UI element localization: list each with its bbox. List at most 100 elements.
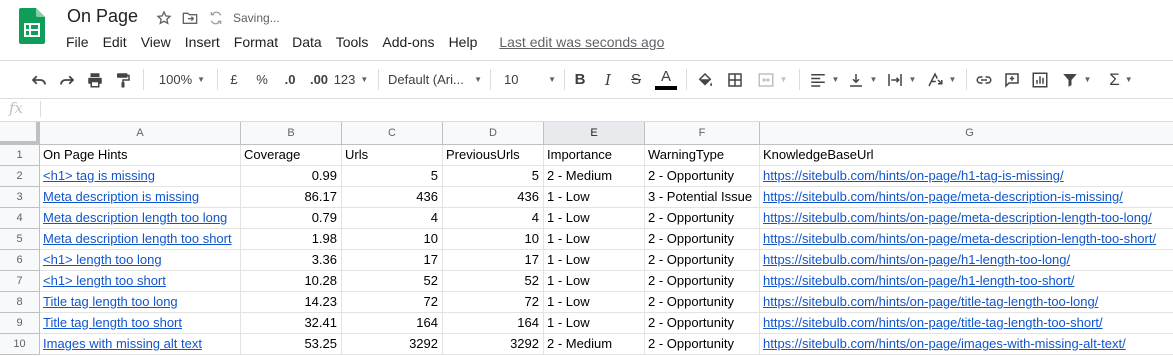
row-header[interactable]: 10 — [0, 334, 40, 355]
last-edit-link[interactable]: Last edit was seconds ago — [499, 34, 664, 50]
cell-c4[interactable]: 4 — [342, 208, 443, 229]
cell-e8[interactable]: 1 - Low — [544, 292, 645, 313]
menu-tools[interactable]: Tools — [336, 34, 369, 50]
insert-chart-icon[interactable] — [1030, 61, 1050, 98]
cell-e6[interactable]: 1 - Low — [544, 250, 645, 271]
fill-color-icon[interactable] — [695, 61, 715, 98]
menu-edit[interactable]: Edit — [103, 34, 127, 50]
text-wrapping-icon[interactable]: ▼ — [884, 61, 918, 98]
star-icon[interactable] — [155, 9, 173, 27]
google-sheets-logo-icon[interactable] — [19, 8, 45, 44]
cell-f2[interactable]: 2 - Opportunity — [645, 166, 760, 187]
cell-d5[interactable]: 10 — [443, 229, 544, 250]
cell-g8[interactable]: https://sitebulb.com/hints/on-page/title… — [760, 292, 1173, 313]
cell-d10[interactable]: 3292 — [443, 334, 544, 355]
cell-a5[interactable]: Meta description length too short — [40, 229, 241, 250]
functions-button[interactable]: Σ ▼ — [1104, 61, 1138, 98]
zoom-select[interactable]: 100% ▼ — [152, 61, 212, 98]
cell-g4[interactable]: https://sitebulb.com/hints/on-page/meta-… — [760, 208, 1173, 229]
filter-icon[interactable]: ▼ — [1058, 61, 1094, 98]
cell-e5[interactable]: 1 - Low — [544, 229, 645, 250]
column-header-a[interactable]: A — [40, 122, 241, 145]
currency-format-button[interactable]: £ — [226, 61, 242, 98]
text-rotation-icon[interactable]: ▼ — [924, 61, 958, 98]
cell-d4[interactable]: 4 — [443, 208, 544, 229]
cell-e7[interactable]: 1 - Low — [544, 271, 645, 292]
cell-e3[interactable]: 1 - Low — [544, 187, 645, 208]
select-all-corner[interactable] — [0, 122, 40, 145]
menu-format[interactable]: Format — [234, 34, 278, 50]
cell-a1[interactable]: On Page Hints — [40, 145, 241, 166]
cell-c2[interactable]: 5 — [342, 166, 443, 187]
cell-d7[interactable]: 52 — [443, 271, 544, 292]
cell-a9[interactable]: Title tag length too short — [40, 313, 241, 334]
cell-f7[interactable]: 2 - Opportunity — [645, 271, 760, 292]
cell-g1[interactable]: KnowledgeBaseUrl — [760, 145, 1173, 166]
bold-button[interactable]: B — [572, 61, 588, 98]
cell-g7[interactable]: https://sitebulb.com/hints/on-page/h1-le… — [760, 271, 1173, 292]
vertical-align-icon[interactable]: ▼ — [846, 61, 878, 98]
cell-e2[interactable]: 2 - Medium — [544, 166, 645, 187]
cell-g3[interactable]: https://sitebulb.com/hints/on-page/meta-… — [760, 187, 1173, 208]
row-header[interactable]: 8 — [0, 292, 40, 313]
cell-b9[interactable]: 32.41 — [241, 313, 342, 334]
decrease-decimal-button[interactable]: .0 — [279, 61, 301, 98]
cell-c7[interactable]: 52 — [342, 271, 443, 292]
menu-view[interactable]: View — [141, 34, 171, 50]
undo-icon[interactable] — [29, 61, 49, 98]
column-header-c[interactable]: C — [342, 122, 443, 145]
move-to-folder-icon[interactable] — [181, 9, 199, 27]
document-title[interactable]: On Page — [67, 6, 138, 27]
cell-b8[interactable]: 14.23 — [241, 292, 342, 313]
cell-a3[interactable]: Meta description is missing — [40, 187, 241, 208]
cell-b5[interactable]: 1.98 — [241, 229, 342, 250]
cell-c5[interactable]: 10 — [342, 229, 443, 250]
percent-format-button[interactable]: % — [254, 61, 270, 98]
insert-link-icon[interactable] — [974, 61, 994, 98]
cell-b4[interactable]: 0.79 — [241, 208, 342, 229]
font-family-select[interactable]: Default (Ari... ▼ — [388, 61, 482, 98]
row-header[interactable]: 5 — [0, 229, 40, 250]
cell-g10[interactable]: https://sitebulb.com/hints/on-page/image… — [760, 334, 1173, 355]
cell-a8[interactable]: Title tag length too long — [40, 292, 241, 313]
cell-f5[interactable]: 2 - Opportunity — [645, 229, 760, 250]
cell-b1[interactable]: Coverage — [241, 145, 342, 166]
row-header[interactable]: 2 — [0, 166, 40, 187]
cell-d3[interactable]: 436 — [443, 187, 544, 208]
cell-b7[interactable]: 10.28 — [241, 271, 342, 292]
cell-e4[interactable]: 1 - Low — [544, 208, 645, 229]
cell-g5[interactable]: https://sitebulb.com/hints/on-page/meta-… — [760, 229, 1173, 250]
font-size-select[interactable]: 10 ▼ — [500, 61, 556, 98]
column-header-b[interactable]: B — [241, 122, 342, 145]
cell-g9[interactable]: https://sitebulb.com/hints/on-page/title… — [760, 313, 1173, 334]
redo-icon[interactable] — [57, 61, 77, 98]
cell-e10[interactable]: 2 - Medium — [544, 334, 645, 355]
cell-a10[interactable]: Images with missing alt text — [40, 334, 241, 355]
column-header-d[interactable]: D — [443, 122, 544, 145]
menu-insert[interactable]: Insert — [185, 34, 220, 50]
cell-a6[interactable]: <h1> length too long — [40, 250, 241, 271]
cell-d1[interactable]: PreviousUrls — [443, 145, 544, 166]
row-header[interactable]: 6 — [0, 250, 40, 271]
cell-g6[interactable]: https://sitebulb.com/hints/on-page/h1-le… — [760, 250, 1173, 271]
italic-button[interactable]: I — [600, 61, 616, 98]
column-header-g[interactable]: G — [760, 122, 1173, 145]
strikethrough-button[interactable]: S — [628, 61, 644, 98]
row-header[interactable]: 9 — [0, 313, 40, 334]
cell-b3[interactable]: 86.17 — [241, 187, 342, 208]
increase-decimal-button[interactable]: .00 — [306, 61, 332, 98]
cell-a4[interactable]: Meta description length too long — [40, 208, 241, 229]
column-header-e[interactable]: E — [544, 122, 645, 145]
borders-icon[interactable] — [725, 61, 745, 98]
text-color-button[interactable]: A — [654, 61, 678, 98]
cell-e1[interactable]: Importance — [544, 145, 645, 166]
column-header-f[interactable]: F — [645, 122, 760, 145]
cell-f8[interactable]: 2 - Opportunity — [645, 292, 760, 313]
cell-d8[interactable]: 72 — [443, 292, 544, 313]
cell-f4[interactable]: 2 - Opportunity — [645, 208, 760, 229]
cell-b10[interactable]: 53.25 — [241, 334, 342, 355]
print-icon[interactable] — [85, 61, 105, 98]
horizontal-align-icon[interactable]: ▼ — [808, 61, 840, 98]
menu-data[interactable]: Data — [292, 34, 322, 50]
menu-file[interactable]: File — [66, 34, 89, 50]
